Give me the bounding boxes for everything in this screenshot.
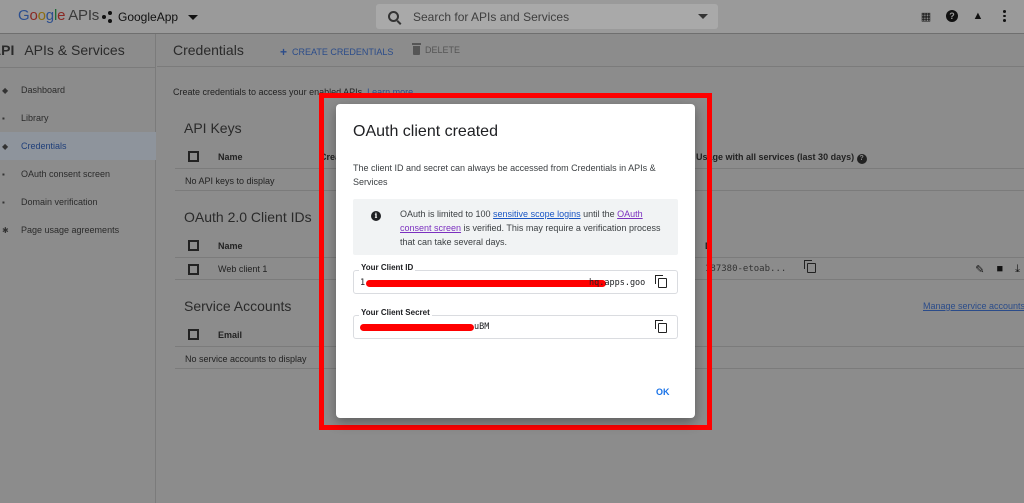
client-secret-label: Your Client Secret: [359, 308, 432, 317]
copy-client-id-button[interactable]: [804, 260, 816, 275]
empty-message: No API keys to display: [185, 176, 275, 186]
copy-icon: [804, 260, 816, 273]
client-name: Web client 1: [218, 264, 268, 274]
sensitive-scope-logins-link[interactable]: sensitive scope logins: [493, 209, 581, 219]
select-all-checkbox[interactable]: [188, 329, 199, 340]
top-bar: Google APIs GoogleApp Search for APIs and…: [0, 0, 1024, 34]
client-id-value: 187380-etoab...: [705, 264, 787, 274]
google-apis-logo[interactable]: Google APIs: [18, 7, 99, 24]
search-dropdown-icon[interactable]: [698, 14, 708, 19]
logo-letter: o: [29, 7, 38, 24]
chevron-down-icon: [188, 14, 199, 20]
column-name: Name: [218, 241, 243, 251]
more-options-icon[interactable]: [998, 10, 1010, 23]
copy-client-secret-icon[interactable]: [655, 320, 667, 333]
info-text: OAuth is limited to 100 sensitive scope …: [400, 207, 670, 249]
page-header: Credentials + CREATE CREDENTIALS DELETE: [157, 34, 1024, 67]
sidebar-item-oauth-consent[interactable]: ▪ OAuth consent screen: [0, 160, 156, 188]
notifications-icon[interactable]: ▲: [972, 10, 984, 22]
sidebar-item-domain-verification[interactable]: ▪ Domain verification: [0, 188, 156, 216]
column-name: Name: [218, 152, 243, 162]
dashboard-icon: ◆: [2, 85, 9, 95]
delete-label: DELETE: [425, 45, 461, 55]
ok-button[interactable]: OK: [656, 387, 670, 397]
empty-message: No service accounts to display: [185, 354, 307, 364]
nav-title: API APIs & Services: [0, 42, 125, 58]
service-accounts-title: Service Accounts: [184, 298, 292, 314]
sidebar-item-label: Domain verification: [21, 197, 98, 207]
column-usage: Usage with all services (last 30 days) ?: [696, 152, 867, 164]
dialog-title: OAuth client created: [353, 123, 498, 140]
sidebar-item-page-usage[interactable]: ✱ Page usage agreements: [0, 216, 156, 244]
oauth-client-created-dialog: OAuth client created The client ID and s…: [336, 104, 695, 418]
dialog-description: The client ID and secret can always be a…: [353, 163, 656, 187]
project-name: GoogleApp: [118, 10, 179, 24]
copy-client-id-icon[interactable]: [655, 275, 667, 288]
row-checkbox[interactable]: [188, 264, 199, 275]
oauth-clients-title: OAuth 2.0 Client IDs: [184, 209, 312, 225]
info-icon: i: [371, 211, 381, 221]
column-email: Email: [218, 330, 243, 340]
sidebar-item-label: OAuth consent screen: [21, 169, 111, 179]
delete-button[interactable]: DELETE: [412, 42, 461, 55]
help-icon[interactable]: ?: [946, 10, 958, 22]
client-id-label: Your Client ID: [359, 263, 416, 272]
download-icon[interactable]: ⤓: [1015, 263, 1020, 276]
logo-letter: o: [37, 7, 46, 24]
logo-letter: e: [57, 7, 66, 24]
project-selector[interactable]: GoogleApp: [102, 10, 199, 24]
gift-icon[interactable]: ▦: [920, 10, 932, 23]
sidebar-item-label: Dashboard: [21, 85, 66, 95]
sidebar-item-library[interactable]: ▪ Library: [0, 104, 156, 132]
api-icon: API: [0, 42, 15, 58]
sidebar-item-credentials[interactable]: ◆ Credentials: [0, 132, 156, 160]
row-actions: ✎ ■ ⤓: [975, 263, 1020, 276]
client-secret-field[interactable]: Your Client Secret uBM: [353, 308, 678, 339]
help-icon[interactable]: ?: [856, 154, 867, 164]
checkbox-icon: ▪: [2, 197, 5, 207]
nav-title-text: APIs & Services: [24, 42, 125, 58]
search-icon: [388, 11, 399, 22]
trash-icon: [412, 42, 421, 55]
page-title: Credentials: [173, 42, 244, 58]
client-id-visible-tail: hq.apps.goo: [589, 278, 646, 288]
select-all-checkbox[interactable]: [188, 151, 199, 162]
client-secret-visible-tail: uBM: [474, 322, 490, 332]
logo-letter: g: [45, 7, 54, 24]
delete-icon[interactable]: ■: [996, 263, 1003, 276]
manage-service-accounts-link[interactable]: Manage service accounts: [923, 301, 1024, 311]
consent-icon: ▪: [2, 169, 5, 179]
sidebar-item-label: Page usage agreements: [21, 225, 120, 235]
logo-letter: G: [18, 7, 30, 24]
key-icon: ◆: [2, 141, 9, 151]
side-navigation: API APIs & Services ◆ Dashboard ▪ Library ◆…: [0, 34, 156, 503]
library-icon: ▪: [2, 113, 5, 123]
info-text-part: OAuth is limited to 100: [400, 209, 494, 219]
client-id-field[interactable]: Your Client ID 1 hq.apps.goo: [353, 263, 678, 294]
client-id-prefix: 1: [360, 278, 366, 288]
info-text-part: until the: [580, 209, 618, 219]
column-usage-text: Usage with all services (last 30 days): [696, 152, 855, 162]
sidebar-item-label: Credentials: [21, 141, 67, 151]
search-placeholder: Search for APIs and Services: [413, 9, 570, 24]
create-credentials-label: CREATE CREDENTIALS: [292, 47, 394, 57]
project-icon: [102, 11, 114, 23]
sidebar-item-label: Library: [21, 113, 49, 123]
redaction-mark: [360, 324, 474, 331]
api-keys-title: API Keys: [184, 120, 242, 136]
settings-icon: ✱: [2, 225, 9, 235]
edit-icon[interactable]: ✎: [975, 263, 984, 276]
select-all-checkbox[interactable]: [188, 240, 199, 251]
sidebar-item-dashboard[interactable]: ◆ Dashboard: [0, 76, 156, 104]
redaction-mark: [366, 280, 606, 287]
plus-icon: +: [280, 45, 288, 59]
info-banner: i OAuth is limited to 100 sensitive scop…: [353, 199, 678, 255]
divider: [0, 67, 156, 68]
search-input[interactable]: Search for APIs and Services: [376, 4, 718, 29]
create-credentials-button[interactable]: + CREATE CREDENTIALS: [280, 45, 393, 59]
logo-apis-text: APIs: [68, 7, 100, 24]
